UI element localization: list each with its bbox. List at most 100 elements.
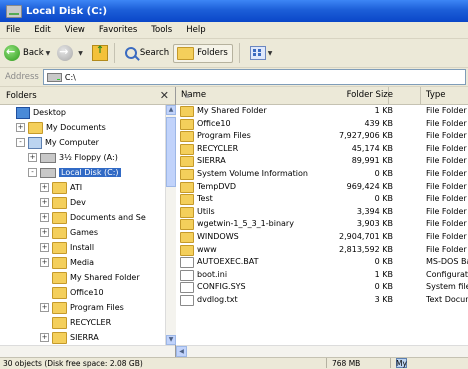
- folder-icon: [180, 244, 194, 256]
- menu-help[interactable]: Help: [179, 25, 212, 35]
- menu-file[interactable]: File: [0, 25, 27, 35]
- file-row[interactable]: CONFIG.SYS 0 KB System file: [176, 281, 468, 294]
- file-name: wgetwin-1_5_3_1-binary: [197, 219, 294, 229]
- collapse-icon[interactable]: -: [16, 138, 25, 147]
- tree-node-label: Documents and Se: [70, 213, 146, 222]
- folder-icon: [180, 231, 194, 243]
- column-header-type[interactable]: Type: [426, 87, 446, 104]
- file-name: Test: [197, 194, 213, 204]
- back-button[interactable]: Back ▼: [4, 45, 53, 61]
- column-header-size[interactable]: Folder Size: [347, 87, 393, 104]
- file-type: File Folder: [426, 244, 467, 254]
- column-divider[interactable]: [420, 87, 421, 104]
- folder-icon: [52, 316, 67, 329]
- file-row[interactable]: My Shared Folder 1 KB File Folder: [176, 105, 468, 118]
- tree-node[interactable]: Office10: [0, 285, 165, 300]
- chevron-down-icon[interactable]: ▼: [268, 50, 273, 57]
- scroll-up-arrow-icon[interactable]: ▲: [166, 105, 176, 115]
- explorer-window: Local Disk (C:) File Edit View Favorites…: [0, 0, 468, 369]
- file-type: File Folder: [426, 118, 467, 128]
- scroll-down-arrow-icon[interactable]: ▼: [166, 335, 176, 345]
- expand-icon[interactable]: +: [40, 213, 49, 222]
- chevron-down-icon[interactable]: ▼: [46, 50, 51, 57]
- vertical-scrollbar[interactable]: ▲ ▼: [165, 105, 176, 345]
- search-button[interactable]: Search: [124, 47, 169, 59]
- tree-node[interactable]: Desktop: [0, 105, 165, 120]
- status-bar: 30 objects (Disk free space: 2.08 GB) 76…: [0, 357, 468, 369]
- file-size: 1 KB: [374, 269, 393, 279]
- file-size: 45,174 KB: [351, 143, 393, 153]
- file-type: MS-DOS Ba: [426, 257, 468, 267]
- file-list-pane: Name ▲ Folder Size Type My Shared Folder 1…: [176, 87, 468, 358]
- file-row[interactable]: www 2,813,592 KB File Folder: [176, 244, 468, 257]
- expand-icon[interactable]: +: [40, 198, 49, 207]
- folder-icon: [180, 156, 194, 168]
- expand-icon[interactable]: +: [40, 333, 49, 342]
- close-icon[interactable]: ✕: [160, 89, 169, 102]
- menu-favorites[interactable]: Favorites: [92, 25, 144, 35]
- expand-icon[interactable]: +: [40, 303, 49, 312]
- window-title: Local Disk (C:): [26, 5, 108, 17]
- tree-node[interactable]: RECYCLER: [0, 315, 165, 330]
- file-row[interactable]: WINDOWS 2,904,701 KB File Folder: [176, 231, 468, 244]
- file-row[interactable]: Program Files 7,927,906 KB File Folder: [176, 130, 468, 143]
- file-name: TempDVD: [197, 181, 236, 191]
- tree-node[interactable]: - My Computer: [0, 135, 165, 150]
- tree-node[interactable]: +3½ Floppy (A:): [0, 150, 165, 165]
- scrollbar-thumb[interactable]: [166, 117, 176, 187]
- file-row[interactable]: dvdlog.txt 3 KB Text Docun: [176, 294, 468, 307]
- file-row[interactable]: TempDVD 969,424 KB File Folder: [176, 181, 468, 194]
- tree-node-label: My Computer: [45, 138, 99, 147]
- expand-icon[interactable]: +: [28, 153, 37, 162]
- folder-icon: [180, 118, 194, 130]
- file-row[interactable]: AUTOEXEC.BAT 0 KB MS-DOS Ba: [176, 256, 468, 269]
- folder-icon: [177, 46, 195, 60]
- address-input[interactable]: C:\: [42, 69, 466, 85]
- file-row[interactable]: System Volume Information 0 KB File Folder: [176, 168, 468, 181]
- views-button[interactable]: ▼: [249, 46, 276, 60]
- file-row[interactable]: Office10 439 KB File Folder: [176, 118, 468, 131]
- file-row[interactable]: Test 0 KB File Folder: [176, 193, 468, 206]
- tree-node[interactable]: + Games: [0, 225, 165, 240]
- tree-node[interactable]: + Install: [0, 240, 165, 255]
- tree-node[interactable]: + ATI: [0, 180, 165, 195]
- file-row[interactable]: RECYCLER 45,174 KB File Folder: [176, 143, 468, 156]
- tree-node[interactable]: + Dev: [0, 195, 165, 210]
- tree-node[interactable]: - Local Disk (C:): [0, 165, 165, 180]
- folders-button[interactable]: Folders: [173, 43, 233, 63]
- my-computer-icon: [28, 136, 42, 149]
- expand-icon[interactable]: +: [40, 258, 49, 267]
- menu-view[interactable]: View: [58, 25, 92, 35]
- menu-tools[interactable]: Tools: [144, 25, 179, 35]
- tree-node[interactable]: + Program Files: [0, 300, 165, 315]
- forward-button[interactable]: ▼: [57, 45, 86, 61]
- file-type: File Folder: [426, 181, 467, 191]
- scroll-left-arrow-icon[interactable]: ◀: [176, 346, 187, 357]
- file-row[interactable]: SIERRA 89,991 KB File Folder: [176, 155, 468, 168]
- expand-icon[interactable]: +: [16, 123, 25, 132]
- folder-icon: [180, 168, 194, 180]
- expand-icon[interactable]: +: [40, 183, 49, 192]
- expand-icon[interactable]: +: [40, 243, 49, 252]
- tree-node[interactable]: + Media: [0, 255, 165, 270]
- file-row[interactable]: Utils 3,394 KB File Folder: [176, 206, 468, 219]
- menu-edit[interactable]: Edit: [27, 25, 57, 35]
- tree-node[interactable]: My Shared Folder: [0, 270, 165, 285]
- file-size: 0 KB: [374, 194, 393, 204]
- file-type: Configurati: [426, 269, 468, 279]
- file-name: CONFIG.SYS: [197, 282, 246, 292]
- file-row[interactable]: wgetwin-1_5_3_1-binary 3,903 KB File Folde…: [176, 218, 468, 231]
- up-folder-icon[interactable]: [91, 45, 108, 61]
- tree-node[interactable]: + Documents and Se: [0, 210, 165, 225]
- tree-node-label: My Shared Folder: [70, 273, 140, 282]
- tree-node[interactable]: + My Documents: [0, 120, 165, 135]
- chevron-down-icon[interactable]: ▼: [78, 50, 83, 57]
- title-bar[interactable]: Local Disk (C:): [0, 0, 468, 22]
- tree-node[interactable]: + SIERRA: [0, 330, 165, 345]
- file-size: 1 KB: [374, 106, 393, 115]
- file-row[interactable]: boot.ini 1 KB Configurati: [176, 269, 468, 282]
- expand-icon[interactable]: +: [40, 228, 49, 237]
- tree-node-label: My Documents: [46, 123, 106, 132]
- toolbar: Back ▼ ▼ Search Folders ▼: [0, 39, 468, 68]
- collapse-icon[interactable]: -: [28, 168, 37, 177]
